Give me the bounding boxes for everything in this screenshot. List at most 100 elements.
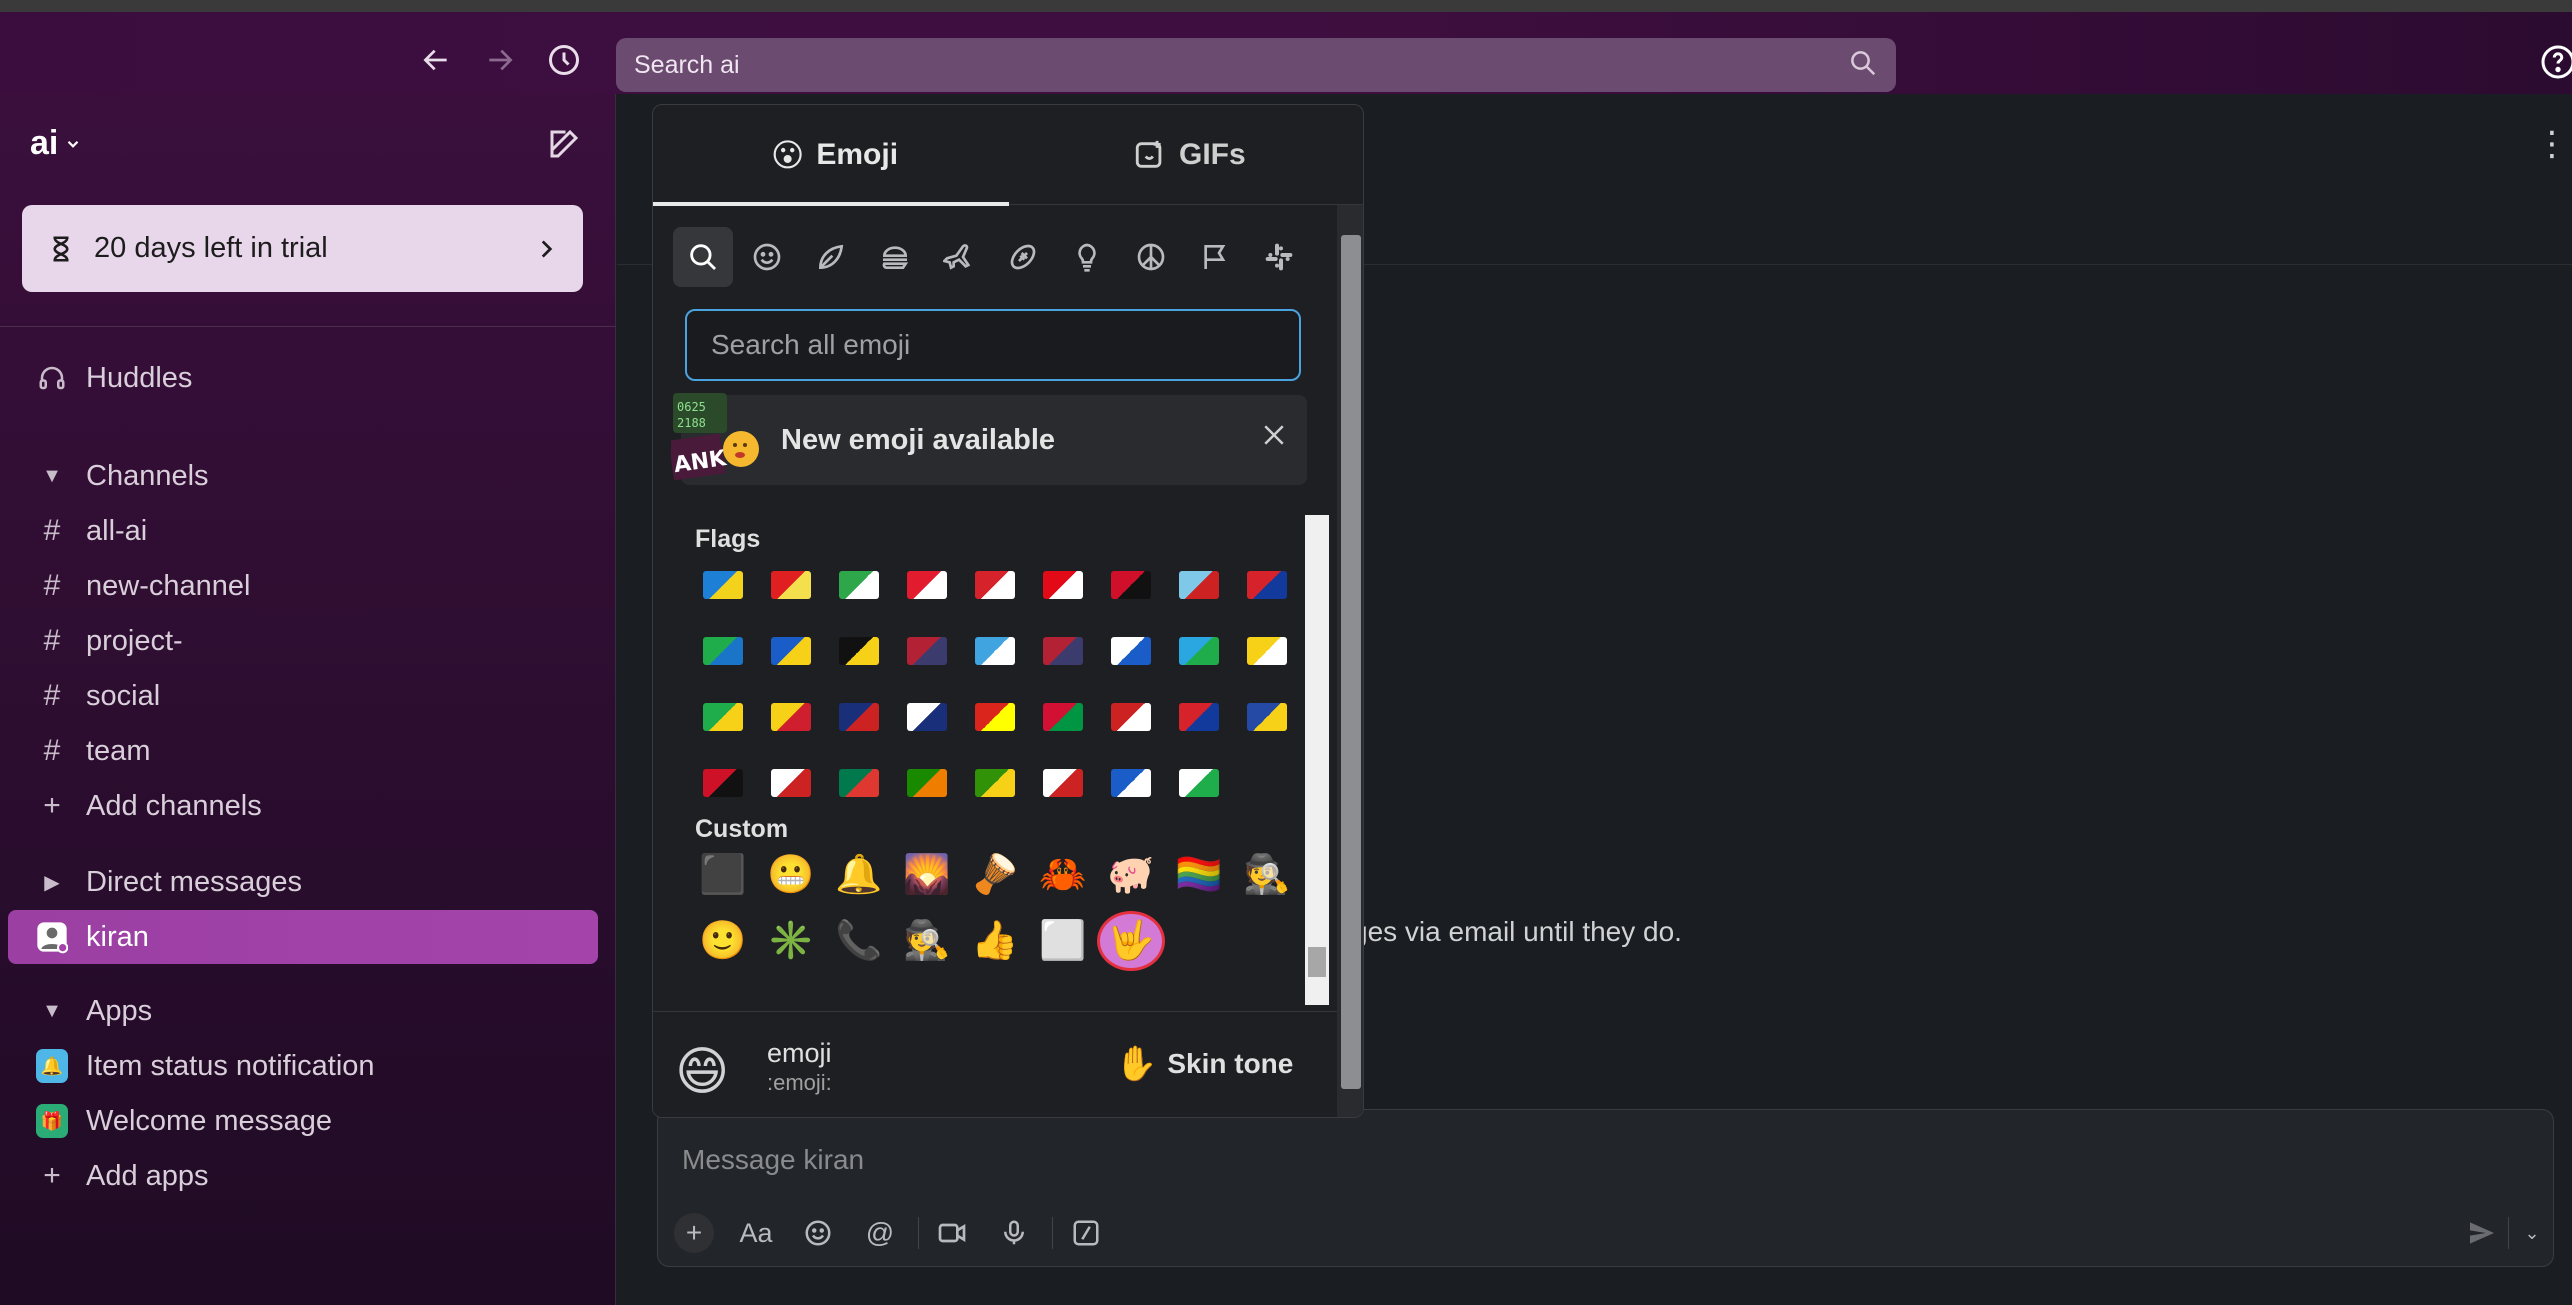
- plus-icon[interactable]: +: [674, 1213, 714, 1253]
- flag-emoji[interactable]: [757, 753, 825, 813]
- history-clock-icon[interactable]: [540, 36, 588, 84]
- workspace-switcher[interactable]: ai: [30, 124, 82, 163]
- symbols-category-icon[interactable]: [1121, 227, 1181, 287]
- flag-emoji[interactable]: [1029, 753, 1097, 813]
- custom-emoji[interactable]: 📞: [825, 911, 893, 971]
- flag-emoji[interactable]: [1233, 555, 1301, 615]
- objects-category-icon[interactable]: [1057, 227, 1117, 287]
- flag-emoji[interactable]: [893, 621, 961, 681]
- flag-emoji[interactable]: [1097, 753, 1165, 813]
- food-category-icon[interactable]: [865, 227, 925, 287]
- sidebar-item-channel[interactable]: # team: [0, 724, 616, 778]
- custom-emoji[interactable]: 🦀: [1029, 845, 1097, 905]
- sidebar-item-channel[interactable]: # social: [0, 669, 616, 723]
- flag-emoji[interactable]: [1165, 621, 1233, 681]
- sidebar-item-dm-kiran[interactable]: kiran: [8, 910, 598, 964]
- flag-emoji[interactable]: [757, 555, 825, 615]
- custom-emoji[interactable]: 🐖: [1097, 845, 1165, 905]
- grid-scrollbar-thumb[interactable]: [1308, 947, 1326, 977]
- flag-emoji[interactable]: [1165, 687, 1233, 747]
- message-composer[interactable]: Message kiran + Aa @ ⌄: [657, 1109, 2554, 1267]
- flag-emoji[interactable]: [961, 687, 1029, 747]
- custom-emoji[interactable]: ⬛: [689, 845, 757, 905]
- skin-tone-button[interactable]: ✋ Skin tone: [1115, 1044, 1293, 1084]
- flag-emoji[interactable]: [893, 555, 961, 615]
- microphone-icon[interactable]: [994, 1213, 1034, 1253]
- activities-category-icon[interactable]: [993, 227, 1053, 287]
- flag-emoji[interactable]: [1233, 687, 1301, 747]
- close-icon[interactable]: [1259, 417, 1289, 459]
- flag-emoji[interactable]: [825, 555, 893, 615]
- slash-command-icon[interactable]: [1066, 1213, 1106, 1253]
- flag-emoji[interactable]: [961, 753, 1029, 813]
- custom-emoji[interactable]: 🏳️‍🌈: [1165, 845, 1233, 905]
- custom-emoji[interactable]: 🙂: [689, 911, 757, 971]
- flag-emoji[interactable]: [689, 753, 757, 813]
- sidebar-item-app[interactable]: 🔔 Item status notification: [0, 1039, 616, 1093]
- sidebar-item-app[interactable]: 🎁 Welcome message: [0, 1094, 616, 1148]
- flag-emoji[interactable]: [689, 621, 757, 681]
- formatting-icon[interactable]: Aa: [736, 1213, 776, 1253]
- flag-emoji[interactable]: [961, 555, 1029, 615]
- flag-emoji[interactable]: [961, 621, 1029, 681]
- send-options-chevron-icon[interactable]: ⌄: [2512, 1213, 2552, 1253]
- flag-emoji[interactable]: [825, 753, 893, 813]
- custom-emoji[interactable]: 🌄: [893, 845, 961, 905]
- flag-emoji[interactable]: [1097, 555, 1165, 615]
- nature-category-icon[interactable]: [801, 227, 861, 287]
- travel-category-icon[interactable]: [929, 227, 989, 287]
- flag-emoji[interactable]: [893, 753, 961, 813]
- flag-emoji[interactable]: [825, 687, 893, 747]
- smileys-category-icon[interactable]: [737, 227, 797, 287]
- flag-emoji[interactable]: [689, 687, 757, 747]
- forward-arrow-icon[interactable]: [476, 36, 524, 84]
- flag-emoji[interactable]: [1165, 555, 1233, 615]
- flag-emoji[interactable]: [1233, 621, 1301, 681]
- channels-section-header[interactable]: ▼ Channels: [0, 449, 616, 503]
- compose-icon[interactable]: [540, 120, 588, 168]
- more-options-icon[interactable]: ⋮: [2535, 124, 2569, 164]
- custom-emoji[interactable]: 🤟: [1097, 911, 1165, 971]
- add-channels-button[interactable]: + Add channels: [0, 779, 616, 833]
- flag-emoji[interactable]: [893, 687, 961, 747]
- sidebar-item-huddles[interactable]: Huddles: [0, 351, 616, 405]
- flag-emoji[interactable]: [825, 621, 893, 681]
- flag-emoji[interactable]: [1029, 687, 1097, 747]
- flags-category-icon[interactable]: [1185, 227, 1245, 287]
- custom-emoji[interactable]: 🕵️: [893, 911, 961, 971]
- back-arrow-icon[interactable]: [412, 36, 460, 84]
- picker-scrollbar[interactable]: [1337, 205, 1363, 1117]
- search-category-icon[interactable]: [673, 227, 733, 287]
- emoji-icon[interactable]: [798, 1213, 838, 1253]
- sidebar-item-channel[interactable]: # new-channel: [0, 559, 616, 613]
- flag-emoji[interactable]: [757, 621, 825, 681]
- sidebar-item-channel[interactable]: # project-: [0, 614, 616, 668]
- apps-section-header[interactable]: ▼ Apps: [0, 984, 616, 1038]
- add-apps-button[interactable]: + Add apps: [0, 1149, 616, 1203]
- flag-emoji[interactable]: [757, 687, 825, 747]
- flag-emoji[interactable]: [689, 555, 757, 615]
- sidebar-item-channel[interactable]: # all-ai: [0, 504, 616, 558]
- custom-emoji[interactable]: 🕵️: [1233, 845, 1301, 905]
- flag-emoji[interactable]: [1097, 621, 1165, 681]
- video-icon[interactable]: [932, 1213, 972, 1253]
- trial-banner[interactable]: 20 days left in trial: [22, 205, 583, 292]
- help-icon[interactable]: [2540, 44, 2572, 84]
- picker-scrollbar-thumb[interactable]: [1341, 235, 1361, 1089]
- emoji-search-input[interactable]: Search all emoji: [685, 309, 1301, 381]
- tab-emoji[interactable]: 😮 Emoji: [771, 127, 898, 183]
- flag-emoji[interactable]: [1029, 555, 1097, 615]
- grid-scrollbar[interactable]: [1305, 515, 1329, 1005]
- tab-gifs[interactable]: GIFs: [1133, 127, 1246, 183]
- custom-emoji[interactable]: ✳️: [757, 911, 825, 971]
- flag-emoji[interactable]: [1165, 753, 1233, 813]
- new-emoji-banner[interactable]: 0625 2188 ANK New emoji available: [671, 393, 1307, 485]
- send-icon[interactable]: [2462, 1213, 2502, 1253]
- flag-emoji[interactable]: [1097, 687, 1165, 747]
- custom-emoji[interactable]: 😬: [757, 845, 825, 905]
- mention-icon[interactable]: @: [860, 1213, 900, 1253]
- custom-emoji[interactable]: ⬜: [1029, 911, 1097, 971]
- custom-emoji[interactable]: 👍: [961, 911, 1029, 971]
- dm-section-header[interactable]: ▶ Direct messages: [0, 855, 616, 909]
- custom-emoji[interactable]: 🔔: [825, 845, 893, 905]
